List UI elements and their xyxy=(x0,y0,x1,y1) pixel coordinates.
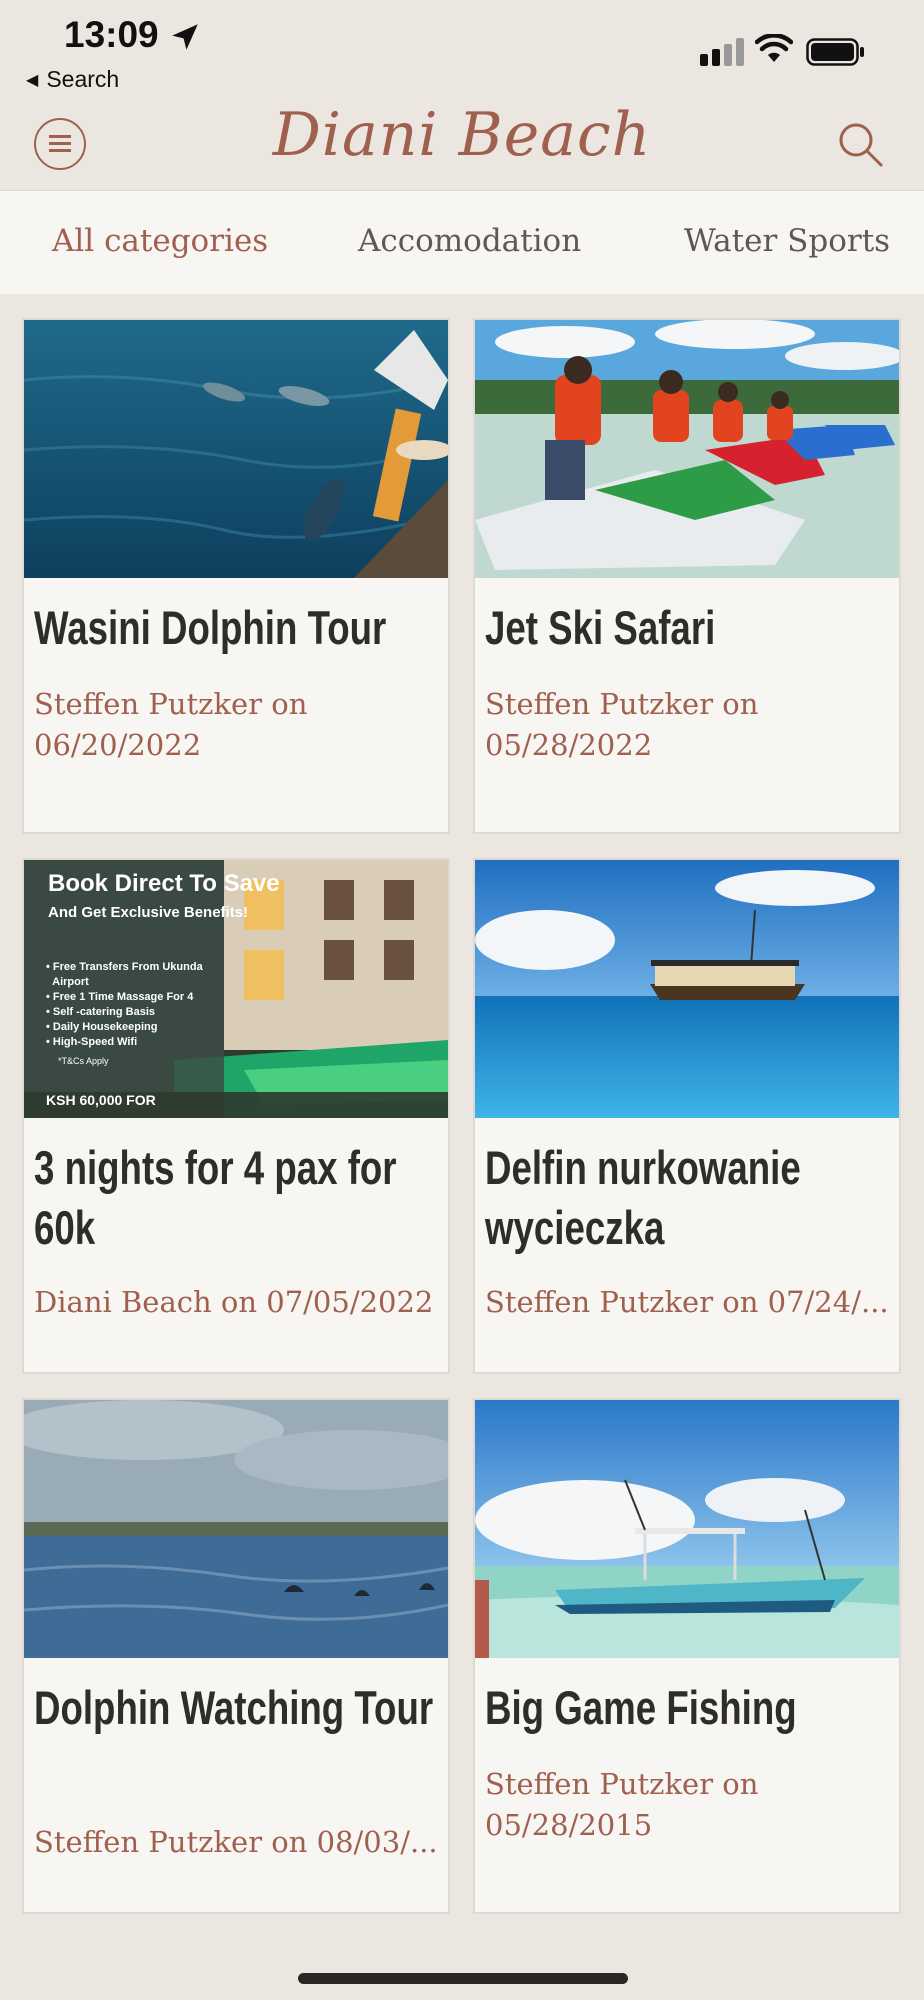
app-header: Diani Beach xyxy=(0,100,924,190)
home-indicator[interactable] xyxy=(298,1973,628,1984)
status-time: 13:09 xyxy=(64,14,159,55)
promo-benefits-list: • Free Transfers From Ukunda Airport • F… xyxy=(46,960,203,1050)
promo-item: Airport xyxy=(52,976,89,988)
listing-title: Jet Ski Safari xyxy=(485,601,716,654)
fishing-boat-photo xyxy=(475,1400,899,1658)
listing-card[interactable]: Dolphin Watching Tour Steffen Putzker on… xyxy=(22,1398,450,1914)
cellular-signal-icon xyxy=(700,38,744,66)
listing-title: Delfin nurkowanie wycieczka xyxy=(485,1141,801,1254)
jet-skis-photo xyxy=(475,320,899,578)
listing-title: Dolphin Watching Tour xyxy=(34,1681,434,1734)
listing-meta: Diani Beach on 07/05/2022 xyxy=(34,1285,434,1319)
battery-icon xyxy=(806,38,864,66)
back-label: Search xyxy=(46,66,120,92)
back-triangle-icon: ◀ xyxy=(26,72,39,89)
listing-meta: Steffen Putzker on 05/28/2022 xyxy=(485,687,759,762)
app-title: Diani Beach xyxy=(272,100,652,170)
listing-meta: Steffen Putzker on 06/20/2022 xyxy=(34,687,308,762)
listing-title: Big Game Fishing xyxy=(485,1681,797,1734)
location-arrow-icon xyxy=(172,24,198,50)
back-to-search-link[interactable]: ◀ Search xyxy=(26,66,119,93)
listing-card[interactable]: Book Direct To Save And Get Exclusive Be… xyxy=(22,858,450,1374)
listing-meta: Steffen Putzker on 05/28/2015 xyxy=(485,1767,759,1842)
wifi-icon xyxy=(755,34,793,62)
listing-meta: Steffen Putzker on 08/03/... xyxy=(34,1825,438,1859)
dolphins-boat-photo xyxy=(24,320,448,578)
listing-card[interactable]: Delfin nurkowanie wycieczka Steffen Putz… xyxy=(473,858,901,1374)
listing-card[interactable]: Big Game Fishing Steffen Putzker on 05/2… xyxy=(473,1398,901,1914)
category-tabs: All categories Accomodation Water Sports xyxy=(0,190,924,294)
promo-item: • Daily Housekeeping xyxy=(46,1021,158,1033)
status-bar: 13:09 ◀ Search xyxy=(0,0,924,100)
listing-title: 3 nights for 4 pax for 60k xyxy=(34,1141,397,1254)
promo-item: • High-Speed Wifi xyxy=(46,1036,138,1048)
tab-accomodation[interactable]: Accomodation xyxy=(358,223,581,259)
listing-meta: Steffen Putzker on 07/24/... xyxy=(485,1285,889,1319)
promo-terms: *T&Cs Apply xyxy=(58,1056,109,1066)
promo-headline: Book Direct To Save xyxy=(48,870,280,897)
search-icon[interactable] xyxy=(834,118,886,170)
dhow-boat-sea-photo xyxy=(475,860,899,1118)
promo-item: • Free Transfers From Ukunda xyxy=(46,961,203,973)
listing-card[interactable]: Wasini Dolphin Tour Steffen Putzker on 0… xyxy=(22,318,450,834)
dolphins-sea-photo xyxy=(24,1400,448,1658)
listing-card[interactable]: Jet Ski Safari Steffen Putzker on 05/28/… xyxy=(473,318,901,834)
promo-price: KSH 60,000 FOR xyxy=(46,1092,156,1108)
hotel-promo-photo: Book Direct To Save And Get Exclusive Be… xyxy=(24,860,448,1118)
promo-item: • Self -catering Basis xyxy=(46,1006,156,1018)
promo-subline: And Get Exclusive Benefits! xyxy=(48,904,249,921)
listing-title: Wasini Dolphin Tour xyxy=(34,601,387,654)
promo-item: • Free 1 Time Massage For 4 xyxy=(46,991,194,1003)
tab-all-categories[interactable]: All categories xyxy=(52,223,268,259)
tab-water-sports[interactable]: Water Sports xyxy=(684,223,890,259)
